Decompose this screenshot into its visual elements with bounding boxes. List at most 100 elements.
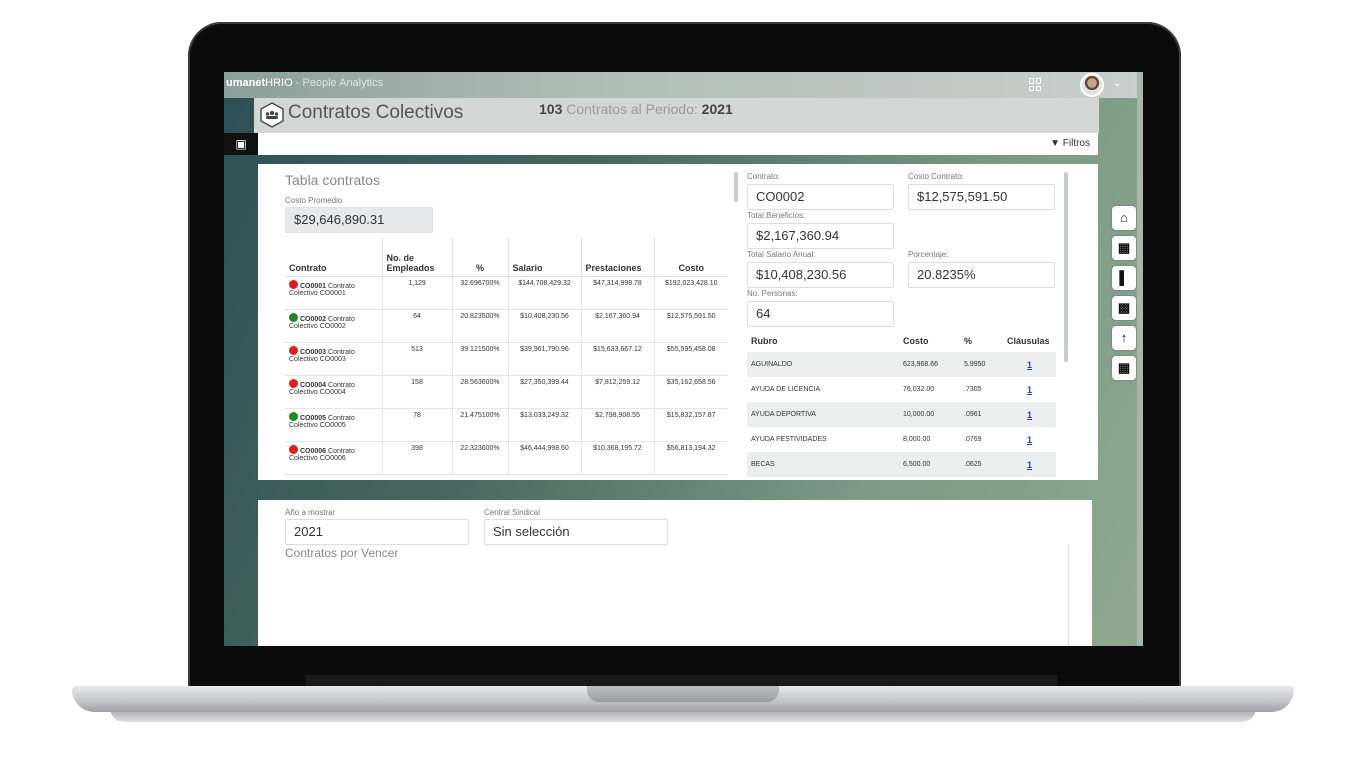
id-card-icon[interactable]: ▩ [1112, 296, 1136, 320]
col-salario: Salario [508, 238, 582, 277]
cell-salario: $13,033,249.32 [508, 408, 582, 442]
period-summary: 103 Contratos al Periodo: 2021 [539, 101, 733, 117]
cell-rubro-costo: 10,000.00 [899, 402, 960, 427]
year-select[interactable]: 2021 [285, 519, 469, 545]
cell-salario: $39,961,790.96 [508, 342, 582, 376]
cell-rubro-costo: 76,032.00 [903, 386, 935, 393]
clausula-link[interactable]: 1 [1027, 385, 1032, 395]
table-scrollbar[interactable] [734, 172, 738, 202]
cell-contrato: CO0005 Contrato Colectivo CO0005 [285, 408, 383, 442]
contracts-card: Tabla contratos Costo Promedio $29,646,8… [258, 164, 1098, 480]
cell-empleados: 64 [382, 309, 453, 343]
cell-rubro: AYUDA DE LICENCIA [751, 386, 821, 393]
cell-prestaciones: $7,812,259.12 [581, 375, 655, 409]
costo-contrato-label: Costo Contrato: [908, 172, 965, 181]
cell-pct: 21.475100% [452, 408, 509, 442]
rubro-row: AYUDA DEPORTIVA 10,000.00.0961 1 [747, 402, 1056, 427]
clausula-link[interactable]: 1 [1027, 435, 1032, 445]
personas-field: 64 [747, 301, 894, 327]
chevron-down-icon[interactable]: ⌄ [1113, 78, 1121, 89]
col-pct: % [452, 238, 509, 277]
avatar[interactable] [1080, 73, 1104, 97]
cell-rubro-pct: .0625 [960, 452, 1003, 477]
table-row[interactable]: CO0001 Contrato Colectivo CO0001 1,129 32.6… [285, 276, 728, 310]
home-icon[interactable]: ⌂ [1112, 206, 1136, 230]
export-icon[interactable]: ▣ [224, 133, 258, 155]
table-row[interactable]: CO0005 Contrato Colectivo CO0005 78 21.4751… [285, 408, 728, 442]
central-sindical-select[interactable]: Sin selección [484, 519, 668, 545]
apps-grid-icon[interactable] [1029, 78, 1042, 91]
col-rubro-pct: % [964, 336, 973, 346]
cell-pct: 22.323600% [452, 441, 509, 475]
rubro-row: AGUINALDO 623,968.66 5.9950 1 [747, 352, 1056, 377]
brand-logo: umanetHRIO - People Analytics [226, 77, 384, 89]
table-title: Tabla contratos [285, 172, 380, 188]
porcentaje-field: 20.8235% [908, 262, 1055, 288]
personas-label: No. Personas: [747, 289, 798, 298]
table-row[interactable]: CO0004 Contrato Colectivo CO0004 158 28.563… [285, 375, 728, 409]
cell-contrato: CO0003 Contrato Colectivo CO0003 [285, 342, 383, 376]
cell-rubro-costo: 8,000.00 [903, 436, 931, 443]
clausula-link[interactable]: 1 [1027, 460, 1032, 470]
app-screen: umanetHRIO - People Analytics ⌄ Contrato… [224, 72, 1143, 646]
col-prestaciones: Prestaciones [581, 238, 655, 277]
cell-costo: $15,832,157.87 [654, 408, 728, 442]
cell-empleados: 513 [382, 342, 453, 376]
cell-empleados: 158 [382, 375, 453, 409]
cell-prestaciones: $15,633,667.12 [581, 342, 655, 376]
page-scrollbar[interactable] [1137, 72, 1143, 646]
filters-button[interactable]: ▼ Filtros [1050, 138, 1090, 149]
rubros-table: Rubro Costo % Cláusulas AGUINALDO 623,968… [747, 330, 1056, 477]
laptop-mockup: umanetHRIO - People Analytics ⌄ Contrato… [0, 0, 1366, 768]
cell-costo: $55,595,458.08 [654, 342, 728, 376]
col-rubro-costo: Costo [903, 336, 929, 346]
year-label: Año a mostrar [285, 508, 336, 517]
status-dot [289, 345, 298, 355]
cell-empleados: 78 [382, 408, 453, 442]
cell-rubro-pct: .0769 [964, 436, 982, 443]
cell-pct: 32.696700% [452, 276, 509, 310]
cell-rubro: BECAS [747, 452, 899, 477]
status-dot [289, 444, 298, 454]
contrato-label: Contrato: [747, 172, 780, 181]
cell-contrato: CO0002 Contrato Colectivo CO0002 [285, 309, 383, 343]
cell-rubro-pct: .0961 [960, 402, 1003, 427]
upload-icon[interactable]: ↑ [1112, 326, 1136, 350]
cell-pct: 39.121500% [452, 342, 509, 376]
table-row[interactable]: CO0006 Contrato Colectivo CO0006 398 22.323… [285, 441, 728, 475]
table-icon[interactable]: ▦ [1112, 236, 1136, 260]
table-row[interactable]: CO0003 Contrato Colectivo CO0003 513 39.121… [285, 342, 728, 376]
costo-contrato-field: $12,575,591.50 [908, 184, 1055, 210]
rubro-row: AYUDA FESTIVIDADES 8,000.00 .0769 1 [747, 427, 1056, 452]
status-dot [289, 411, 298, 421]
avg-cost-value: $29,646,890.31 [285, 207, 433, 233]
status-dot [289, 378, 298, 388]
toolbar: ▣ ▼ Filtros [224, 133, 1098, 155]
status-dot [289, 312, 298, 322]
top-navbar: umanetHRIO - People Analytics ⌄ [224, 72, 1143, 98]
cell-salario: $144,708,429.32 [508, 276, 582, 310]
cell-prestaciones: $10,368,195.72 [581, 441, 655, 475]
cell-rubro: AGUINALDO [747, 352, 899, 377]
rubro-row: AYUDA DE LICENCIA 76,032.00 .7305 1 [747, 377, 1056, 402]
col-clausulas: Cláusulas [1007, 336, 1050, 346]
cell-salario: $46,444,998.60 [508, 441, 582, 475]
cell-rubro: AYUDA FESTIVIDADES [751, 436, 827, 443]
cell-pct: 28.563600% [452, 375, 509, 409]
clausula-link[interactable]: 1 [1027, 410, 1032, 420]
cell-empleados: 398 [382, 441, 453, 475]
rubro-row: BECAS 6,500.00.0625 1 [747, 452, 1056, 477]
cell-rubro-costo: 6,500.00 [899, 452, 960, 477]
bar-chart-icon[interactable]: ▌ [1112, 266, 1136, 290]
clausula-link[interactable]: 1 [1027, 360, 1032, 370]
cell-salario: $27,350,399.44 [508, 375, 582, 409]
cell-empleados: 1,129 [382, 276, 453, 310]
cell-costo: $192,023,428.10 [654, 276, 728, 310]
cell-rubro: AYUDA DEPORTIVA [747, 402, 899, 427]
table-icon[interactable]: ▦ [1112, 356, 1136, 380]
table-row[interactable]: CO0002 Contrato Colectivo CO0002 64 20.8235… [285, 309, 728, 343]
detail-scrollbar[interactable] [1064, 172, 1068, 362]
cell-prestaciones: $2,798,908.55 [581, 408, 655, 442]
right-nav: ⌂ ▦ ▌ ▩ ↑ ▦ [1112, 206, 1136, 386]
cell-costo: $12,575,591.50 [654, 309, 728, 343]
